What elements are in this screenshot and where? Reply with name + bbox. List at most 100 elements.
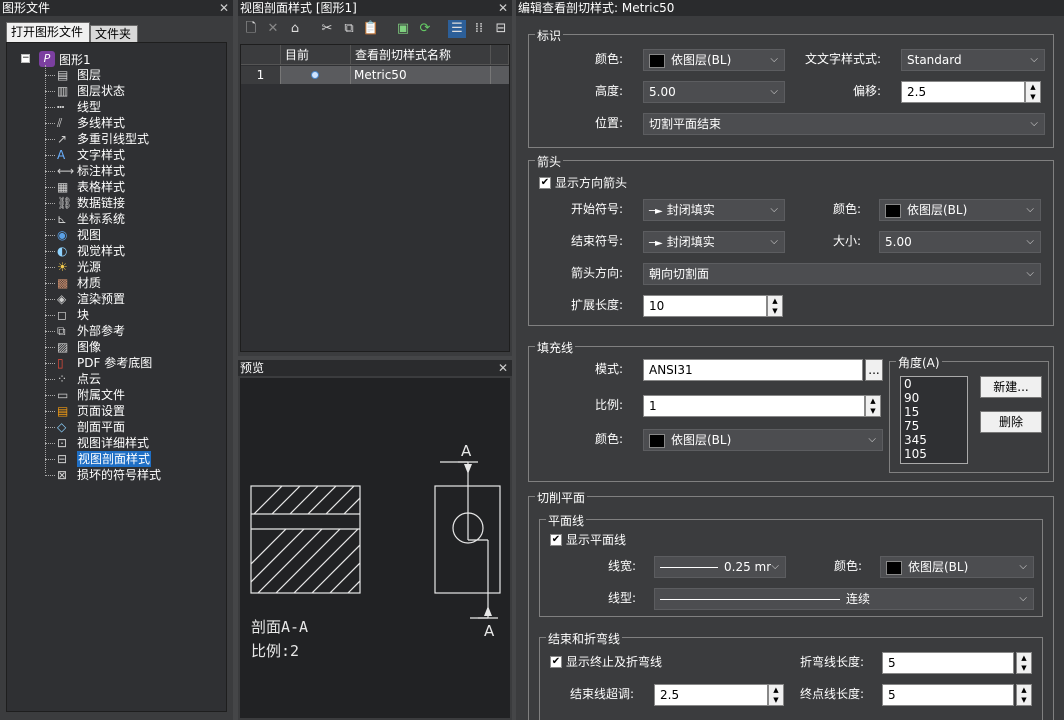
spin-down-icon[interactable]: ▼ (1017, 663, 1031, 673)
end-line-length-spinner[interactable]: ▲ ▼ (1016, 684, 1032, 706)
chevron-down-icon: ⌵ (1026, 204, 1034, 215)
style-name-cell[interactable]: Metric50 (351, 66, 491, 84)
list-item[interactable]: 90 (904, 391, 967, 405)
tree-connector (45, 171, 55, 172)
tree-connector (45, 459, 55, 460)
arrow-direction-select[interactable]: 朝向切割面 ⌵ (643, 263, 1041, 285)
spin-up-icon[interactable]: ▲ (1017, 653, 1031, 663)
tree-view-icon[interactable]: ⊟ (492, 20, 510, 38)
marker-bottom: A (484, 622, 495, 640)
plane-color-value: 依图层(BL) (908, 560, 969, 574)
spin-up-icon[interactable]: ▲ (1017, 685, 1031, 695)
tree-connector (45, 91, 55, 92)
table-row[interactable]: 1 Metric50 (241, 66, 509, 84)
height-select[interactable]: 5.00 ⌵ (643, 81, 785, 103)
pattern-input[interactable]: ANSI31 (643, 359, 863, 381)
paste-icon[interactable]: 📋 (362, 20, 380, 38)
tree-connector (45, 219, 55, 220)
column-header-name[interactable]: 查看剖切样式名称 (351, 45, 491, 65)
list-item[interactable]: 0 (904, 377, 967, 391)
hatch-color-select[interactable]: 依图层(BL) ⌵ (643, 429, 883, 451)
start-symbol-select[interactable]: ─► 封闭填实 ⌵ (643, 199, 785, 221)
spin-down-icon[interactable]: ▼ (1026, 92, 1040, 102)
height-label: 高度: (595, 84, 624, 98)
cut-icon[interactable]: ✂ (318, 20, 336, 38)
delete-angle-button[interactable]: 删除 (980, 411, 1042, 433)
new-style-icon[interactable]: 🗋 (242, 20, 260, 38)
tree-connector (45, 155, 55, 156)
show-plane-line-checkbox[interactable]: ✔ (550, 534, 562, 546)
close-icon[interactable]: ✕ (498, 360, 508, 376)
list-item[interactable]: 105 (904, 447, 967, 461)
close-icon[interactable]: ✕ (498, 0, 508, 16)
bend-length-spinner[interactable]: ▲ ▼ (1016, 652, 1032, 674)
angle-list[interactable]: 0 90 15 75 345 105 (900, 376, 968, 464)
spin-down-icon[interactable]: ▼ (769, 695, 783, 705)
bend-length-input[interactable]: 5 (882, 652, 1014, 674)
list-item[interactable]: 15 (904, 405, 967, 419)
column-header-current[interactable]: 目前 (281, 45, 351, 65)
arrow-color-select[interactable]: 依图层(BL) ⌵ (879, 199, 1041, 221)
tab-open-drawings[interactable]: 打开图形文件 (6, 22, 90, 42)
style-table: 目前 查看剖切样式名称 1 Metric50 (240, 44, 510, 352)
tree-item-label: 剖面平面 (77, 420, 126, 434)
current-radio[interactable] (281, 66, 351, 84)
spin-down-icon[interactable]: ▼ (866, 406, 880, 416)
tree-item-label: 视图剖面样式 (77, 451, 152, 467)
close-icon[interactable]: ✕ (219, 0, 229, 16)
end-line-length-input[interactable]: 5 (882, 684, 1014, 706)
offset-input[interactable]: 2.5 (901, 81, 1025, 103)
column-header-index (241, 45, 281, 65)
tab-folder[interactable]: 文件夹 (90, 25, 138, 42)
spin-down-icon[interactable]: ▼ (1017, 695, 1031, 705)
offset-spinner[interactable]: ▲ ▼ (1025, 81, 1041, 103)
chevron-down-icon: ⌵ (770, 204, 778, 215)
spin-down-icon[interactable]: ▼ (768, 306, 782, 316)
delete-icon[interactable]: ✕ (264, 20, 282, 38)
end-overshoot-label: 结束线超调: (570, 687, 635, 701)
hatch-color-label: 颜色: (595, 432, 624, 446)
chevron-down-icon: ⌵ (1026, 268, 1034, 279)
refresh-icon[interactable]: ⟳ (416, 20, 434, 38)
copy-icon[interactable]: ⧉ (340, 20, 358, 38)
extension-length-input[interactable]: 10 (643, 295, 767, 317)
tree-item-label: 表格样式 (77, 180, 126, 194)
details-view-icon[interactable]: ☰ (448, 20, 466, 38)
hatch-scale-spinner[interactable]: ▲ ▼ (865, 395, 881, 417)
plane-color-select[interactable]: 依图层(BL) ⌵ (880, 556, 1034, 578)
lineweight-select[interactable]: 0.25 mm ⌵ (654, 556, 786, 578)
purge-icon[interactable]: ⌂ (286, 20, 304, 38)
list-item[interactable]: 75 (904, 419, 967, 433)
table-style-icon: ▦ (57, 180, 69, 194)
set-current-icon[interactable]: ▣ (394, 20, 412, 38)
new-angle-button[interactable]: 新建... (980, 376, 1042, 398)
list-view-icon[interactable]: ⁞⁞ (470, 20, 488, 38)
extension-length-spinner[interactable]: ▲ ▼ (767, 295, 783, 317)
spin-up-icon[interactable]: ▲ (768, 296, 782, 306)
list-item[interactable]: 345 (904, 433, 967, 447)
linetype-select[interactable]: 连续 ⌵ (654, 588, 1034, 610)
show-arrow-checkbox[interactable]: ✔ (539, 177, 551, 189)
spin-up-icon[interactable]: ▲ (866, 396, 880, 406)
text-style-icon: A (57, 148, 66, 162)
position-select[interactable]: 切割平面结束 ⌵ (643, 113, 1045, 135)
section-label: 剖面A-A (251, 618, 309, 636)
tree-connector (45, 139, 55, 140)
spin-up-icon[interactable]: ▲ (1026, 82, 1040, 92)
hatch-scale-input[interactable]: 1 (643, 395, 865, 417)
spin-up-icon[interactable]: ▲ (769, 685, 783, 695)
linetype-icon: ┅ (57, 100, 65, 114)
end-overshoot-spinner[interactable]: ▲ ▼ (768, 684, 784, 706)
show-end-lines-checkbox[interactable]: ✔ (550, 656, 562, 668)
end-overshoot-input[interactable]: 2.5 (654, 684, 768, 706)
section-view-style-icon: ⊟ (57, 452, 68, 466)
line-sample-icon (660, 567, 718, 568)
tree-item-label: 渲染预置 (77, 292, 126, 306)
identifier-color-select[interactable]: 依图层(BL) ⌵ (643, 49, 785, 71)
bend-length-label: 折弯线长度: (800, 655, 865, 669)
pattern-browse-button[interactable]: ... (865, 359, 883, 381)
end-symbol-select[interactable]: ─► 封闭填实 ⌵ (643, 231, 785, 253)
size-select[interactable]: 5.00 ⌵ (879, 231, 1041, 253)
collapse-icon[interactable]: − (21, 54, 30, 63)
text-style-select[interactable]: Standard ⌵ (901, 49, 1045, 71)
